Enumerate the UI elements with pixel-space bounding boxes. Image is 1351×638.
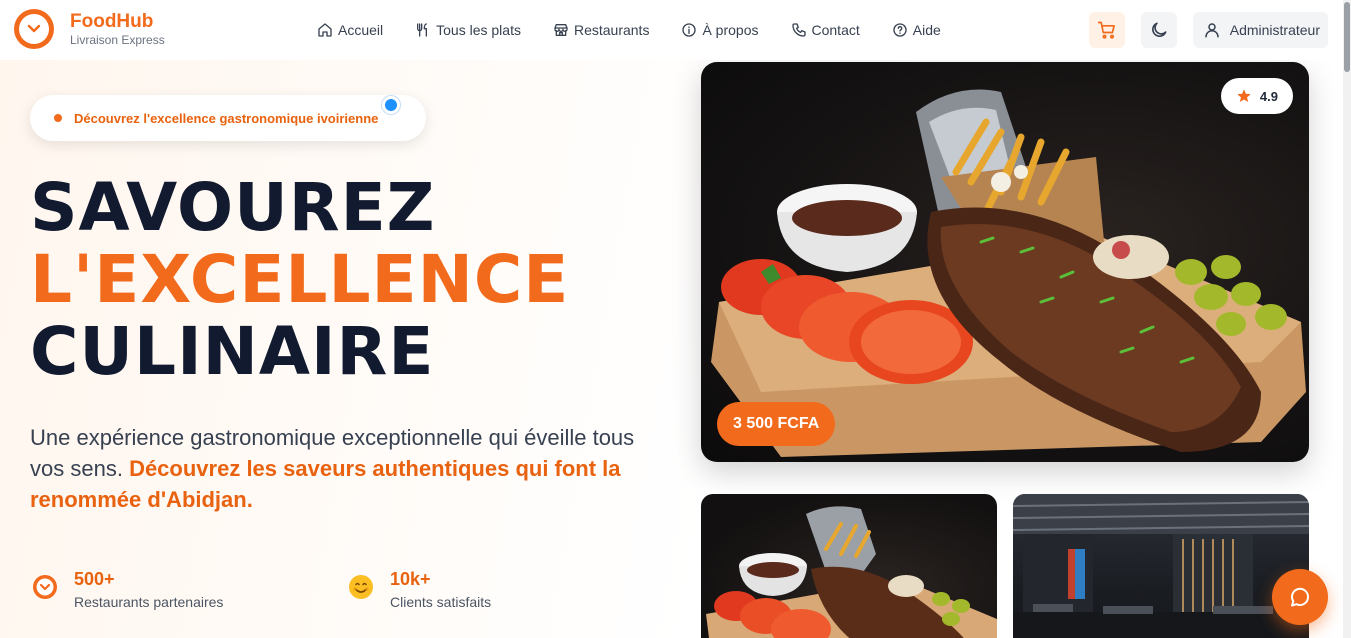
- nav-link-label: À propos: [702, 22, 759, 38]
- top-navbar: FoodHub Livraison Express Accueil Tous l…: [0, 0, 1351, 60]
- badge-pin-icon: [382, 96, 400, 114]
- nav-link-label: Contact: [811, 22, 860, 38]
- hero-badge-text: Découvrez l'excellence gastronomique ivo…: [74, 110, 379, 126]
- nav-link-accueil[interactable]: Accueil: [317, 19, 383, 41]
- stat-label: Restaurants partenaires: [74, 594, 224, 610]
- hero-headline: SAVOUREZ L'EXCELLENCE CULINAIRE: [30, 172, 569, 388]
- nav-link-label: Tous les plats: [436, 22, 521, 38]
- stat-clients: 10k+ Clients satisfaits: [348, 568, 491, 610]
- nav-link-tous-les-plats[interactable]: Tous les plats: [415, 19, 521, 41]
- main-nav: Accueil Tous les plats Restaurants À pro…: [317, 19, 973, 41]
- cart-icon: [1097, 21, 1115, 39]
- price-badge: 3 500 FCFA: [717, 402, 836, 446]
- help-icon: [893, 23, 907, 37]
- brand-logo-link[interactable]: FoodHub Livraison Express: [14, 9, 165, 49]
- featured-dish-card[interactable]: 4.9 3 500 FCFA: [701, 62, 1309, 462]
- chevron-down-icon: [19, 14, 49, 44]
- headline-line-2: L'EXCELLENCE: [30, 241, 570, 318]
- chat-bubble-icon: [1291, 587, 1310, 607]
- headline-line-3: CULINAIRE: [30, 313, 435, 390]
- star-icon: [1237, 89, 1251, 102]
- scrollbar-thumb[interactable]: [1344, 2, 1350, 72]
- nav-link-aide[interactable]: Aide: [892, 19, 941, 41]
- nav-link-contact[interactable]: Contact: [791, 19, 860, 41]
- nav-link-a-propos[interactable]: À propos: [681, 19, 759, 41]
- user-name: Administrateur: [1229, 22, 1320, 38]
- brand-tagline: Livraison Express: [70, 33, 165, 47]
- chat-button[interactable]: [1272, 569, 1328, 625]
- info-icon: [682, 23, 697, 37]
- smiley-icon: [348, 574, 374, 605]
- rating-value: 4.9: [1259, 88, 1278, 104]
- stat-restaurants: 500+ Restaurants partenaires: [32, 568, 223, 610]
- price-value: 3 500 FCFA: [733, 415, 820, 432]
- restaurant-interior-photo: [1013, 494, 1309, 638]
- utensils-icon: [417, 23, 428, 37]
- page-scrollbar[interactable]: [1343, 0, 1351, 638]
- badge-dot-icon: [54, 114, 62, 122]
- user-icon: [1204, 23, 1219, 38]
- headline-line-1: SAVOUREZ: [30, 169, 436, 246]
- stat-value: 500+: [74, 569, 115, 589]
- home-icon: [318, 23, 332, 37]
- hero-badge: Découvrez l'excellence gastronomique ivo…: [30, 95, 426, 141]
- nav-actions: Administrateur: [1088, 12, 1328, 48]
- cart-button[interactable]: [1088, 12, 1125, 48]
- nav-link-restaurants[interactable]: Restaurants: [553, 19, 649, 41]
- nav-link-label: Aide: [912, 22, 941, 38]
- hero-lead: Une expérience gastronomique exceptionne…: [30, 422, 650, 515]
- rating-badge: 4.9: [1220, 78, 1293, 114]
- store-icon: [554, 24, 568, 36]
- gallery-card-food[interactable]: [701, 494, 997, 638]
- stat-value: 10k+: [390, 569, 431, 589]
- phone-icon: [791, 23, 806, 37]
- stat-label: Clients satisfaits: [390, 594, 492, 610]
- theme-toggle-button[interactable]: [1140, 12, 1177, 48]
- moon-icon: [1151, 22, 1167, 37]
- gallery-card-restaurant[interactable]: [1013, 494, 1309, 638]
- logo-badge: [14, 9, 54, 49]
- brand-name: FoodHub: [70, 11, 154, 32]
- restaurant-badge-icon: [32, 574, 58, 605]
- nav-link-label: Restaurants: [573, 22, 650, 38]
- nav-link-label: Accueil: [338, 22, 384, 38]
- user-menu-button[interactable]: Administrateur: [1192, 12, 1328, 48]
- grilled-ribs-platter-photo: [706, 506, 997, 638]
